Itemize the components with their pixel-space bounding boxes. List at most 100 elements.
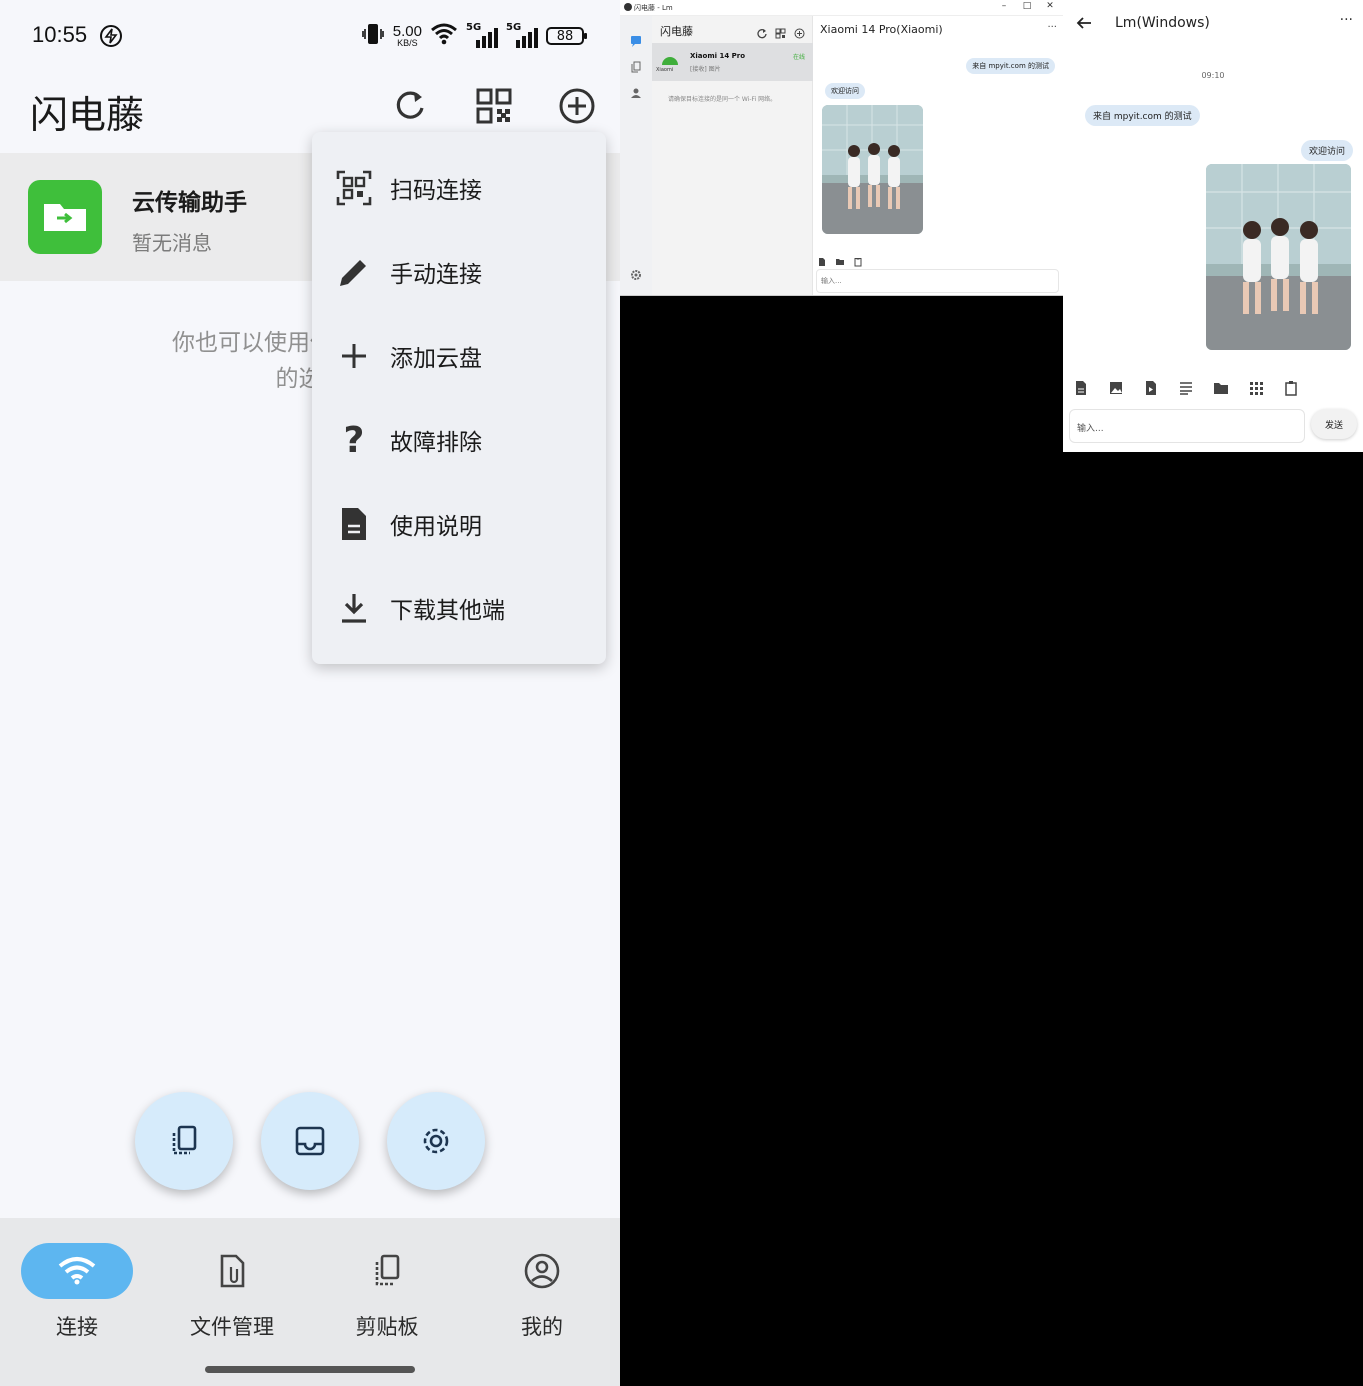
chat-icon[interactable] xyxy=(630,32,642,47)
device-last-message: [接收] 图片 xyxy=(690,66,721,73)
message-time: 09:10 xyxy=(1201,71,1225,80)
phone-screen: 10:55 5.00 KB/S 5G 5G 88 闪电藤 云传输助手 暂无消息 … xyxy=(0,0,620,1386)
nav-connect-label: 连接 xyxy=(56,1315,98,1339)
message-bubble-sent[interactable]: 欢迎访问 xyxy=(1300,140,1353,161)
chat-title: Xiaomi 14 Pro(Xiaomi) xyxy=(820,23,943,36)
chat-title: Lm(Windows) xyxy=(1115,15,1210,31)
video-file-icon[interactable] xyxy=(1143,380,1159,396)
file-clip-icon xyxy=(220,1254,245,1288)
mobile-chat-screen: Lm(Windows) ··· 09:10 来自 mpyit.com 的测试 欢… xyxy=(1063,0,1363,452)
send-button[interactable]: 发送 xyxy=(1311,409,1357,439)
status-right: 5.00 KB/S 5G 5G 88 xyxy=(361,22,587,50)
file-icon[interactable] xyxy=(1073,380,1089,396)
qr-scan-icon xyxy=(336,170,372,206)
settings-fab[interactable] xyxy=(387,1092,485,1190)
message-bubble-received[interactable]: 来自 mpyit.com 的测试 xyxy=(1085,105,1200,126)
nav-clipboard-label: 剪贴板 xyxy=(355,1315,419,1339)
sent-image[interactable] xyxy=(1206,164,1351,350)
folder-icon[interactable] xyxy=(835,252,845,265)
menu-download-clients[interactable]: 下载其他端 xyxy=(312,566,606,650)
file-icon[interactable] xyxy=(817,252,827,266)
list-title: 闪电藤 xyxy=(660,25,693,38)
message-bubble-received[interactable]: 欢迎访问 xyxy=(825,83,865,99)
lightning-icon xyxy=(100,25,122,47)
nav-me[interactable]: 我的 xyxy=(472,1243,612,1363)
qr-code-icon[interactable] xyxy=(775,24,786,39)
add-circle-icon[interactable] xyxy=(557,86,597,126)
folder-icon[interactable] xyxy=(1213,380,1229,396)
document-icon xyxy=(336,506,372,542)
conversation-name: 云传输助手 xyxy=(132,190,247,216)
nav-connect[interactable]: 连接 xyxy=(7,1243,147,1363)
desktop-chat: Xiaomi 14 Pro(Xiaomi) ··· 来自 mpyit.com 的… xyxy=(813,16,1063,295)
received-image[interactable] xyxy=(822,105,923,234)
back-arrow-icon[interactable] xyxy=(1075,14,1093,32)
status-time: 10:55 xyxy=(32,22,88,47)
device-vendor: Xiaomi xyxy=(656,67,674,73)
menu-scan-connect[interactable]: 扫码连接 xyxy=(312,146,606,230)
clipboard-rail-icon[interactable] xyxy=(630,58,642,73)
app-title: 闪电藤 xyxy=(30,93,145,137)
nav-clipboard[interactable]: 剪贴板 xyxy=(317,1243,457,1363)
clipboard-copy-icon xyxy=(172,1125,197,1155)
text-icon[interactable] xyxy=(1178,380,1194,396)
bottom-nav: 连接 文件管理 剪贴板 我的 xyxy=(0,1218,620,1386)
side-rail xyxy=(620,16,652,295)
clipboard-icon[interactable] xyxy=(1283,380,1299,396)
gear-icon xyxy=(423,1128,449,1154)
chat-tools xyxy=(1073,380,1299,396)
network-speed: 5.00 KB/S xyxy=(393,24,422,48)
signal-5g-1: 5G xyxy=(466,22,498,48)
refresh-icon[interactable] xyxy=(390,86,430,126)
settings-rail-icon[interactable] xyxy=(630,266,642,280)
menu-add-cloud[interactable]: 添加云盘 xyxy=(312,314,606,398)
message-input[interactable]: 输入... xyxy=(816,269,1059,293)
nav-connect-pill xyxy=(21,1243,133,1299)
menu-instructions[interactable]: 使用说明 xyxy=(312,482,606,566)
refresh-icon[interactable] xyxy=(756,24,767,39)
home-indicator[interactable] xyxy=(205,1366,415,1373)
clipboard-fab[interactable] xyxy=(135,1092,233,1190)
question-icon: ? xyxy=(343,419,365,461)
add-menu: 扫码连接 手动连接 添加云盘 ? 故障排除 使用说明 下载其他端 xyxy=(312,132,606,664)
wifi-note: 请确保目标连接的是同一个 Wi-Fi 网络。 xyxy=(668,96,777,103)
speed-value: 5.00 xyxy=(392,23,422,40)
more-menu-icon[interactable]: ··· xyxy=(1340,12,1353,28)
desktop-window: 闪电藤 - Lm – □ ✕ 闪电藤 Xiaomi 14 Pro Xiaomi … xyxy=(620,0,1063,296)
inbox-fab[interactable] xyxy=(261,1092,359,1190)
image-icon[interactable] xyxy=(1108,380,1124,396)
menu-label: 添加云盘 xyxy=(390,346,482,372)
window-titlebar[interactable]: 闪电藤 - Lm – □ ✕ xyxy=(620,0,1063,16)
apps-icon[interactable] xyxy=(1248,380,1264,396)
nav-me-pill xyxy=(486,1243,598,1299)
person-icon[interactable] xyxy=(630,84,642,98)
menu-manual-connect[interactable]: 手动连接 xyxy=(312,230,606,314)
menu-label: 故障排除 xyxy=(390,430,482,456)
menu-label: 下载其他端 xyxy=(390,598,505,624)
download-icon xyxy=(336,590,372,626)
speed-unit: KB/S xyxy=(397,38,418,48)
nav-files[interactable]: 文件管理 xyxy=(162,1243,302,1363)
clipboard-icon xyxy=(375,1254,400,1286)
clipboard-icon[interactable] xyxy=(853,252,863,267)
vibrate-icon xyxy=(361,22,385,50)
wifi-status-icon xyxy=(430,23,458,49)
signal-5g-2: 5G xyxy=(506,22,538,48)
app-logo-icon xyxy=(624,3,632,11)
minimize-button[interactable]: – xyxy=(993,1,1015,11)
message-bubble-sent[interactable]: 来自 mpyit.com 的测试 xyxy=(966,58,1055,74)
account-icon xyxy=(524,1253,560,1289)
qr-code-icon[interactable] xyxy=(474,86,514,126)
close-button[interactable]: ✕ xyxy=(1039,1,1061,11)
message-input[interactable]: 输入... xyxy=(1069,409,1305,443)
device-name: Xiaomi 14 Pro xyxy=(690,52,746,60)
device-row[interactable]: Xiaomi 14 Pro Xiaomi [接收] 图片 在线 xyxy=(652,43,813,81)
add-circle-icon[interactable] xyxy=(794,24,805,39)
chat-tools xyxy=(817,252,863,267)
menu-troubleshoot[interactable]: ? 故障排除 xyxy=(312,398,606,482)
menu-label: 手动连接 xyxy=(390,262,482,288)
maximize-button[interactable]: □ xyxy=(1016,1,1038,11)
plus-icon xyxy=(336,338,372,374)
more-menu-icon[interactable]: ··· xyxy=(1047,22,1057,33)
wifi-icon xyxy=(58,1257,96,1285)
